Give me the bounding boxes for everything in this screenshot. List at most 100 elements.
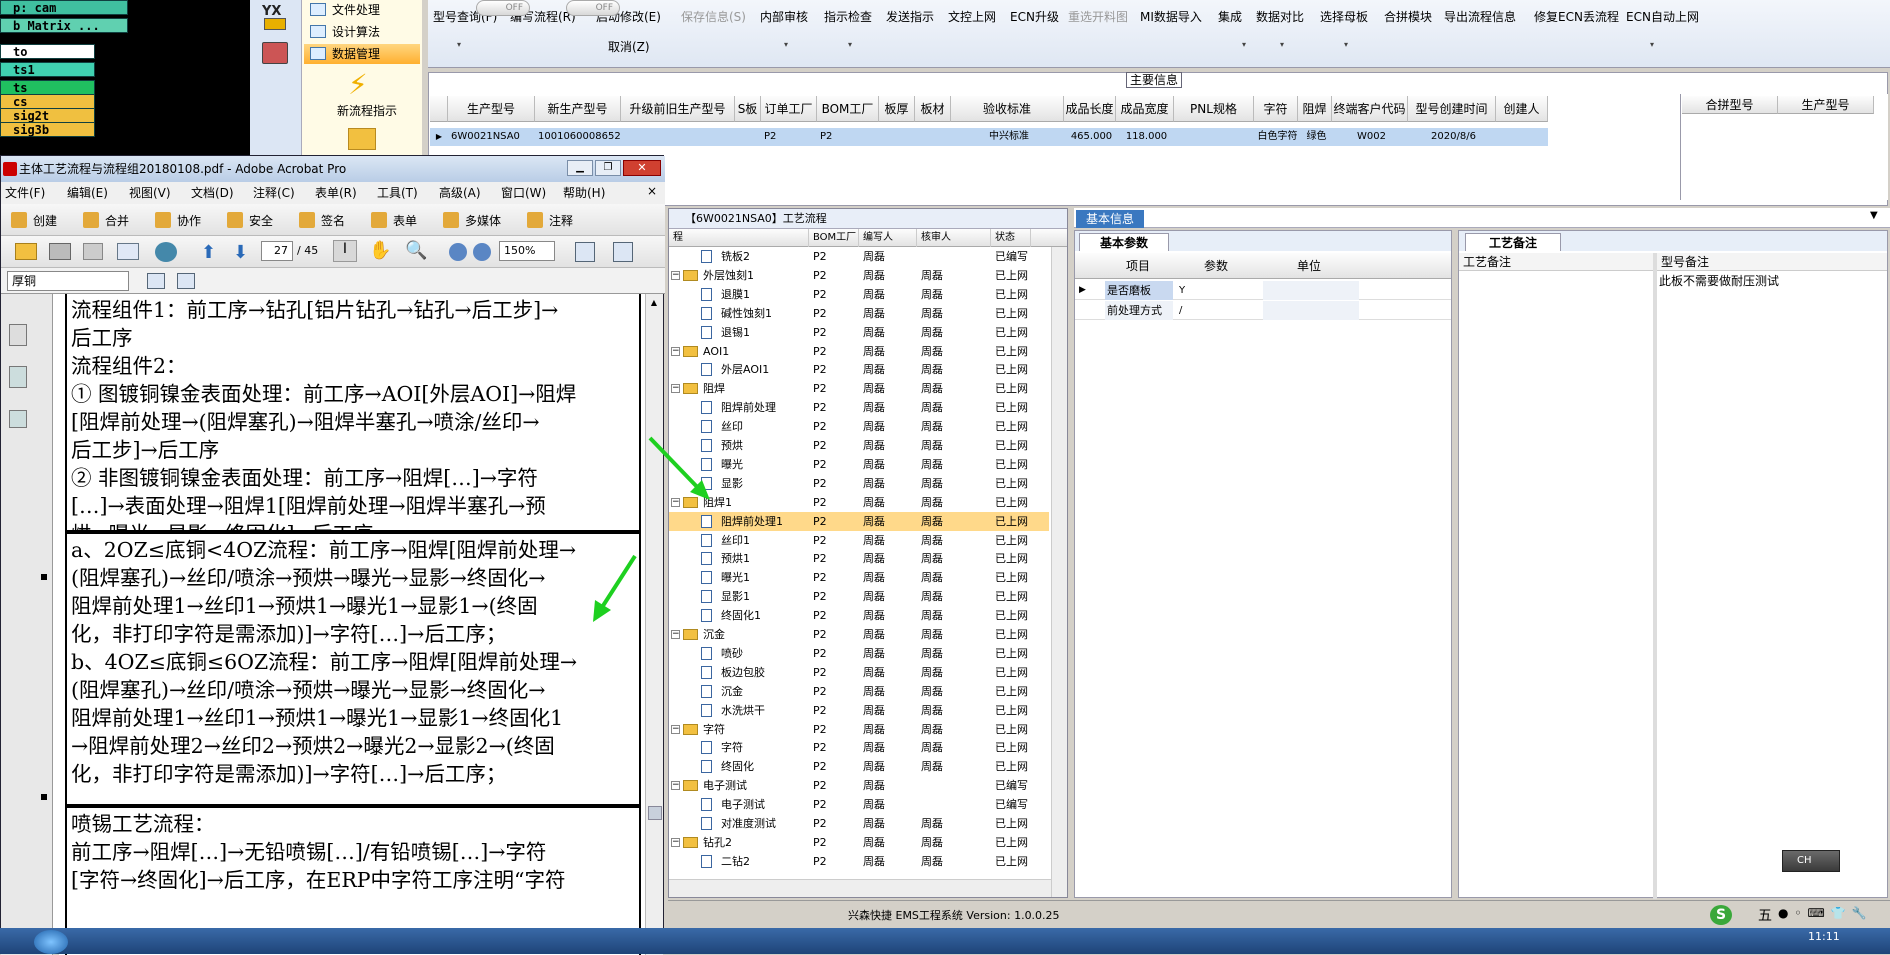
tree-cell-bom[interactable]: P2 (813, 474, 867, 493)
tree-cell-w[interactable]: 周磊 (863, 323, 917, 342)
ime-indicator[interactable]: CH (1782, 850, 1840, 872)
collapse-icon[interactable]: − (671, 270, 680, 280)
acrobat-menu-item[interactable]: 视图(V) (129, 182, 171, 204)
tree-cell-w[interactable]: 周磊 (863, 549, 917, 568)
toolbar-2-button[interactable]: 协作 (177, 212, 201, 229)
grid-cell[interactable]: 465.000 (1064, 128, 1116, 146)
tree-node-label[interactable]: 丝印1 (721, 531, 750, 550)
tree-cell-s[interactable]: 已上网 (995, 814, 1045, 833)
tree-node-label[interactable]: 电子测试 (721, 795, 765, 814)
tree-cell-r[interactable]: 周磊 (921, 493, 975, 512)
tree-cell-s[interactable]: 已上网 (995, 531, 1045, 550)
acrobat-menu-item[interactable]: 工具(T) (377, 182, 418, 204)
tree-cell-w[interactable]: 周磊 (863, 266, 917, 285)
dropdown-arrow-icon[interactable]: ▾ (457, 40, 461, 49)
tree-row[interactable]: − AOI1 P2 周磊 周磊 已上网 (669, 342, 1049, 361)
tree-row[interactable]: 二钻2 P2 周磊 周磊 已上网 (669, 852, 1049, 871)
tree-cell-bom[interactable]: P2 (813, 549, 867, 568)
tree-cell-r[interactable]: 周磊 (921, 852, 975, 871)
tree-cell-bom[interactable]: P2 (813, 417, 867, 436)
tree-cell-s[interactable]: 已上网 (995, 266, 1045, 285)
tree-cell-bom[interactable]: P2 (813, 587, 867, 606)
grid-cell[interactable]: W002 (1332, 128, 1408, 146)
tree-node-label[interactable]: 退锡1 (721, 323, 750, 342)
tree-row[interactable]: 终固化1 P2 周磊 周磊 已上网 (669, 606, 1049, 625)
fit-width-icon[interactable] (613, 242, 633, 262)
tree-cell-w[interactable]: 周磊 (863, 682, 917, 701)
tree-row[interactable]: 阻焊前处理1 P2 周磊 周磊 已上网 (669, 511, 1049, 531)
tree-cell-r[interactable]: 周磊 (921, 814, 975, 833)
param-row[interactable]: ▶ 是否磨板 Y (1075, 281, 1451, 300)
tree-node-label[interactable]: AOI1 (703, 342, 729, 361)
tree-cell-bom[interactable]: P2 (813, 644, 867, 663)
ribbon-button[interactable]: 导出流程信息 (1444, 8, 1516, 25)
tree-cell-bom[interactable]: P2 (813, 455, 867, 474)
tree-row[interactable]: 丝印1 P2 周磊 周磊 已上网 (669, 531, 1049, 550)
column-header[interactable]: 型号创建时间 (1408, 96, 1496, 122)
tree-cell-r[interactable]: 周磊 (921, 720, 975, 739)
column-header[interactable]: 字符 (1254, 96, 1298, 122)
acrobat-menu-item[interactable]: 文档(D) (191, 182, 234, 204)
tree-cell-s[interactable]: 已上网 (995, 285, 1045, 304)
tree-cell-bom[interactable]: P2 (813, 285, 867, 304)
tree-cell-s[interactable]: 已上网 (995, 568, 1045, 587)
dropdown-arrow-icon[interactable]: ▾ (1650, 40, 1654, 49)
layer-item[interactable]: sig3b (0, 122, 95, 137)
tree-cell-w[interactable]: 周磊 (863, 247, 917, 266)
tree-cell-s[interactable]: 已上网 (995, 323, 1045, 342)
tree-node-label[interactable]: 碱性蚀刻1 (721, 304, 772, 323)
zoom-select[interactable]: 150% (499, 241, 555, 261)
column-header[interactable]: PNL规格 (1174, 96, 1254, 122)
column-header[interactable]: 订单工厂 (761, 96, 817, 122)
collapse-icon[interactable]: − (671, 630, 680, 639)
column-header[interactable]: 成品长度 (1064, 96, 1116, 122)
tree-row[interactable]: 对准度测试 P2 周磊 周磊 已上网 (669, 814, 1049, 833)
tree-cell-r[interactable]: 周磊 (921, 512, 975, 531)
folder-icon[interactable] (348, 128, 376, 150)
tree-cell-w[interactable]: 周磊 (863, 474, 917, 493)
ribbon-button[interactable]: 数据对比 (1256, 8, 1304, 25)
tree-cell-bom[interactable]: P2 (813, 606, 867, 625)
toggle-edit-flow[interactable]: OFF (476, 0, 530, 16)
toolbar-7-button[interactable]: 注释 (549, 212, 573, 229)
next-page-icon[interactable]: ⬇ (233, 242, 248, 263)
tree-node-label[interactable]: 二钻2 (721, 852, 750, 871)
zoom-in-icon[interactable] (473, 243, 491, 261)
tree-cell-s[interactable]: 已上网 (995, 682, 1045, 701)
tree-cell-w[interactable]: 周磊 (863, 606, 917, 625)
tree-cell-s[interactable]: 已上网 (995, 757, 1045, 776)
tree-node-label[interactable]: 喷砂 (721, 644, 743, 663)
toolbar-5-button[interactable]: 表单 (393, 212, 417, 229)
tab-basic-info[interactable]: 基本信息 (1076, 210, 1144, 228)
ribbon-button[interactable]: 发送指示 (886, 8, 934, 25)
menu-file-process[interactable]: 文件处理 (304, 0, 420, 20)
minimize-icon[interactable]: ▁ (567, 160, 593, 176)
tree-cell-r[interactable]: 周磊 (921, 360, 975, 379)
tree-cell-s[interactable]: 已上网 (995, 304, 1045, 323)
tree-cell-bom[interactable]: P2 (813, 776, 867, 795)
acrobat-menu-item[interactable]: 编辑(E) (67, 182, 108, 204)
tree-cell-w[interactable]: 周磊 (863, 738, 917, 757)
tree-node-label[interactable]: 退膜1 (721, 285, 750, 304)
tree-node-label[interactable]: 显影1 (721, 587, 750, 606)
tree-row[interactable]: 铣板2 P2 周磊 已编写 (669, 247, 1049, 266)
yx-icon[interactable] (264, 18, 286, 30)
grid-cell[interactable]: 10010600086522 (535, 128, 621, 146)
tree-cell-s[interactable]: 已上网 (995, 474, 1045, 493)
open-folder-icon[interactable] (15, 243, 37, 260)
column-header[interactable]: 成品宽度 (1116, 96, 1174, 122)
tree-row[interactable]: 外层AOI1 P2 周磊 周磊 已上网 (669, 360, 1049, 379)
find-prev-icon[interactable] (147, 273, 165, 289)
grid-cell[interactable]: 白色字符 (1254, 128, 1298, 146)
tree-row[interactable]: − 阻焊 P2 周磊 周磊 已上网 (669, 379, 1049, 398)
tree-node-label[interactable]: 沉金 (721, 682, 743, 701)
param-unit[interactable] (1263, 281, 1359, 300)
tree-cell-w[interactable]: 周磊 (863, 417, 917, 436)
page-number-input[interactable]: 27 (261, 241, 293, 261)
ribbon-button[interactable]: 内部审核 (760, 8, 808, 25)
tree-cell-s[interactable]: 已上网 (995, 606, 1045, 625)
column-header[interactable]: 新生产型号 (535, 96, 621, 122)
tree-cell-r[interactable]: 周磊 (921, 417, 975, 436)
toolbar-0-button[interactable]: 创建 (33, 212, 57, 229)
tree-cell-s[interactable]: 已上网 (995, 549, 1045, 568)
